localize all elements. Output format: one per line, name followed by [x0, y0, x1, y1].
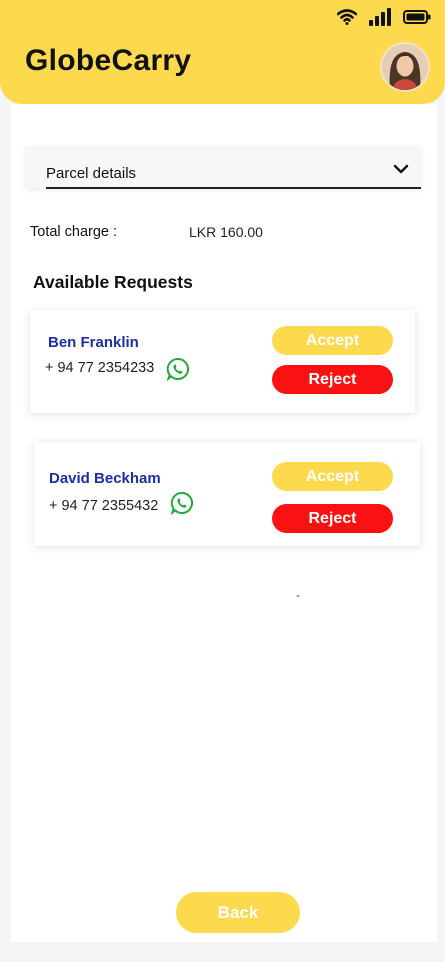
back-button[interactable]: Back [176, 892, 300, 933]
reject-button[interactable]: Reject [272, 365, 393, 394]
main-panel: Parcel details Total charge : LKR 160.00… [11, 104, 437, 942]
dropdown-underline [46, 187, 421, 189]
total-charge-value: LKR 160.00 [189, 224, 263, 240]
reject-button[interactable]: Reject [272, 504, 393, 533]
requester-phone: + 94 77 2355432 [49, 498, 159, 514]
accept-button[interactable]: Accept [272, 462, 393, 491]
signal-icon [369, 8, 391, 26]
requester-phone: + 94 77 2354233 [45, 360, 155, 376]
available-requests-title: Available Requests [33, 272, 193, 292]
total-charge-label: Total charge : [30, 224, 118, 240]
whatsapp-icon[interactable] [166, 357, 190, 381]
whatsapp-icon[interactable] [170, 491, 194, 515]
battery-icon [403, 10, 431, 24]
placeholder-dash: - [296, 588, 300, 602]
accept-button[interactable]: Accept [272, 326, 393, 355]
chevron-down-icon[interactable] [393, 164, 409, 174]
request-card: David Beckham + 94 77 2355432 Accept Rej… [34, 442, 420, 546]
requester-name: Ben Franklin [48, 334, 139, 351]
parcel-details-dropdown[interactable]: Parcel details [25, 146, 421, 189]
avatar[interactable] [380, 42, 430, 92]
parcel-details-label: Parcel details [46, 165, 137, 182]
app-title: GlobeCarry [25, 44, 192, 77]
avatar-image [382, 44, 428, 90]
request-card: Ben Franklin + 94 77 2354233 Accept Reje… [30, 310, 415, 413]
wifi-icon [337, 9, 357, 25]
requester-name: David Beckham [49, 470, 161, 487]
app-header: GlobeCarry [0, 0, 445, 104]
status-bar [337, 8, 431, 26]
